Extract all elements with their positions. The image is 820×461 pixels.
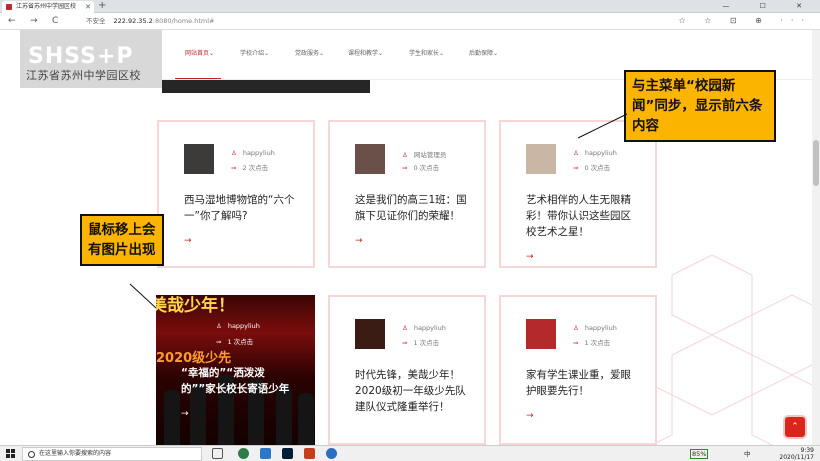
menu-item-home[interactable]: 网站首页⌄ xyxy=(185,48,214,57)
news-clicks: ⇒ 1 次点击 xyxy=(573,339,611,347)
news-thumbnail xyxy=(526,144,556,174)
annotation-pointer-line xyxy=(129,283,157,309)
page-scrollbar[interactable] xyxy=(812,30,820,445)
user-icon: ♙ xyxy=(402,324,408,332)
news-title[interactable]: 家有学生课业重，爱眼护眼要先行！ xyxy=(526,367,638,399)
reload-icon[interactable]: C xyxy=(52,15,58,27)
hover-image-banner: 美哉少年！ xyxy=(156,296,235,316)
news-thumbnail xyxy=(355,319,385,349)
user-icon: ♙ xyxy=(231,149,237,157)
news-thumbnail xyxy=(526,319,556,349)
news-card[interactable]: ♙ happyliuh ⇒ 0 次点击 艺术相伴的人生无限精彩！带你认识这些园区校艺… xyxy=(499,120,657,268)
news-thumbnail xyxy=(184,144,214,174)
clock-date: 2020/11/17 xyxy=(779,454,814,461)
user-icon: ♙ xyxy=(573,149,579,157)
click-icon: ⇒ xyxy=(573,164,579,172)
news-author: ♙ happyliuh xyxy=(216,322,260,330)
url-path: :8080/home.html# xyxy=(152,17,215,25)
arrow-right-icon[interactable]: → xyxy=(181,409,189,419)
url-host: 222.92.35.2 xyxy=(113,17,153,25)
click-icon: ⇒ xyxy=(402,339,408,347)
site-logo[interactable]: SHSS+P 江苏省苏州中学园区校 xyxy=(20,30,162,88)
news-title[interactable]: 艺术相伴的人生无限精彩！带你认识这些园区校艺术之星！ xyxy=(526,192,638,240)
news-card[interactable]: ♙ 网站管理员 ⇒ 0 次点击 这是我们的高三1班：国旗下见证你们的荣耀！ → xyxy=(328,120,486,268)
news-title[interactable]: 这是我们的高三1班：国旗下见证你们的荣耀！ xyxy=(355,192,467,224)
clock-time: 9:39 xyxy=(800,447,814,454)
news-card[interactable]: ♙ happyliuh ⇒ 1 次点击 时代先锋，美哉少年！2020级初一年级少先队… xyxy=(328,295,486,445)
ime-indicator[interactable]: 中 xyxy=(744,448,751,458)
browser-tab-title: 江苏省苏州中学园区校 xyxy=(16,3,77,10)
menu-item-about[interactable]: 学校介绍⌄ xyxy=(240,48,269,57)
news-clicks: ⇒ 0 次点击 xyxy=(402,164,440,172)
scrollbar-thumb[interactable] xyxy=(813,140,819,186)
window-controls[interactable]: — ☐ ✕ xyxy=(722,0,816,12)
menu-item-students-parents[interactable]: 学生和家长⌄ xyxy=(409,48,444,57)
taskbar-clock[interactable]: 9:39 2020/11/17 xyxy=(779,447,814,461)
address-bar: ← → C 不安全 222.92.35.2:8080/home.html# ☆ ☆… xyxy=(0,13,820,30)
logo-english: SHSS+P xyxy=(28,44,134,69)
battery-indicator[interactable]: 85% xyxy=(690,449,709,459)
arrow-right-icon[interactable]: → xyxy=(184,236,192,246)
arrow-right-icon[interactable]: → xyxy=(355,236,363,246)
news-author: ♙ 网站管理员 xyxy=(402,151,447,159)
windows-taskbar: 在这里输入你要搜索的内容 85% 中 9:39 2020/11/17 xyxy=(0,445,820,461)
edge-browser-icon[interactable] xyxy=(238,448,249,459)
annotation-note-sync: 与主菜单“校园新闻”同步，显示前六条内容 xyxy=(624,70,776,142)
news-clicks: ⇒ 1 次点击 xyxy=(216,338,254,346)
tab-close-icon[interactable]: ✕ xyxy=(85,1,91,13)
forward-arrow-icon[interactable]: → xyxy=(30,15,38,27)
annotation-note-hover: 鼠标移上会有图片出现 xyxy=(80,214,164,266)
powerpoint-icon[interactable] xyxy=(304,448,315,459)
taskbar-search-input[interactable]: 在这里输入你要搜索的内容 xyxy=(22,447,202,461)
app-icon[interactable] xyxy=(326,448,337,459)
site-favicon-icon xyxy=(6,4,12,10)
news-author: ♙ happyliuh xyxy=(231,149,275,157)
news-card[interactable]: ♙ happyliuh ⇒ 2 次点击 西马湿地博物馆的“六个一”你了解吗? → xyxy=(157,120,315,268)
annotation-pointer-line xyxy=(577,113,628,139)
news-clicks: ⇒ 0 次点击 xyxy=(573,164,611,172)
click-icon: ⇒ xyxy=(231,164,237,172)
news-author: ♙ happyliuh xyxy=(573,149,617,157)
arrow-right-icon[interactable]: → xyxy=(526,411,534,421)
back-to-top-button[interactable]: ⌃ xyxy=(783,415,807,439)
windows-start-icon[interactable] xyxy=(6,449,16,459)
new-tab-button[interactable]: + xyxy=(98,0,106,12)
logo-chinese: 江苏省苏州中学园区校 xyxy=(26,69,141,82)
browser-toolbar-icons[interactable]: ☆ ☆ ⊡ ⊕ ··· xyxy=(678,15,812,27)
menu-item-party[interactable]: 党政服务⌄ xyxy=(295,48,324,57)
news-card[interactable]: ♙ happyliuh ⇒ 1 次点击 家有学生课业重，爱眼护眼要先行！ → xyxy=(499,295,657,445)
menu-item-curriculum[interactable]: 课程和教学⌄ xyxy=(348,48,383,57)
news-title[interactable]: 时代先锋，美哉少年！2020级初一年级少先队建队仪式隆重举行！ xyxy=(355,367,467,415)
user-icon: ♙ xyxy=(573,324,579,332)
news-title[interactable]: 西马湿地博物馆的“六个一”你了解吗? xyxy=(184,192,296,224)
browser-tab[interactable]: 江苏省苏州中学园区校 ✕ xyxy=(2,1,94,13)
news-clicks: ⇒ 2 次点击 xyxy=(231,164,269,172)
user-icon: ♙ xyxy=(216,322,222,330)
not-secure-label: 不安全 xyxy=(86,17,106,25)
url-field[interactable]: 不安全 222.92.35.2:8080/home.html# xyxy=(86,15,214,27)
news-title[interactable]: “幸福的”“洒泼泼的””家长校长寄语少年 xyxy=(181,365,299,397)
banner-image-bottom xyxy=(162,80,370,93)
news-clicks: ⇒ 1 次点击 xyxy=(402,339,440,347)
click-icon: ⇒ xyxy=(216,338,222,346)
news-thumbnail xyxy=(355,144,385,174)
website-viewport: SHSS+P 江苏省苏州中学园区校 网站首页⌄ 学校介绍⌄ 党政服务⌄ 课程和教… xyxy=(0,30,820,445)
click-icon: ⇒ xyxy=(573,339,579,347)
user-icon: ♙ xyxy=(402,151,408,159)
photoshop-icon[interactable] xyxy=(282,448,293,459)
menu-item-logistics[interactable]: 后勤保障⌄ xyxy=(469,48,498,57)
news-card-hovered[interactable]: 美哉少年！ 2020级少先 ♙ happyliuh ⇒ 1 次点击 “幸福的”“洒泼… xyxy=(156,295,315,445)
news-author: ♙ happyliuh xyxy=(402,324,446,332)
back-arrow-icon[interactable]: ← xyxy=(8,15,16,27)
click-icon: ⇒ xyxy=(402,164,408,172)
app-icon[interactable] xyxy=(260,448,271,459)
news-author: ♙ happyliuh xyxy=(573,324,617,332)
browser-tab-bar: 江苏省苏州中学园区校 ✕ + — ☐ ✕ xyxy=(0,0,820,13)
arrow-right-icon[interactable]: → xyxy=(526,252,534,262)
task-view-icon[interactable] xyxy=(212,448,223,459)
